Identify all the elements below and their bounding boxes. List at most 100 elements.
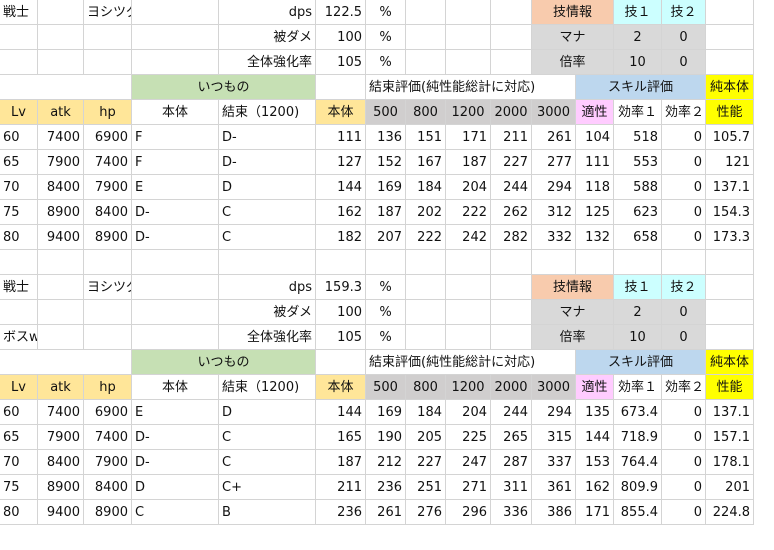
table-cell[interactable]: 173.3 xyxy=(706,225,754,250)
column-header[interactable]: 適性 xyxy=(576,100,614,125)
table-cell[interactable]: 144 xyxy=(576,425,614,450)
table-cell[interactable]: 8900 xyxy=(84,500,132,525)
info-cell[interactable] xyxy=(491,0,532,25)
table-cell[interactable]: 118 xyxy=(576,175,614,200)
table-cell[interactable]: 204 xyxy=(446,400,491,425)
table-cell[interactable]: 224.8 xyxy=(706,500,754,525)
table-cell[interactable]: 7900 xyxy=(38,425,84,450)
info-cell[interactable]: 105 xyxy=(316,50,366,75)
table-cell[interactable]: C xyxy=(219,425,316,450)
table-cell[interactable]: C+ xyxy=(219,475,316,500)
empty-cell[interactable] xyxy=(706,300,754,325)
info-cell[interactable] xyxy=(406,275,446,300)
empty-cell[interactable] xyxy=(219,250,316,275)
info-cell[interactable] xyxy=(446,300,491,325)
info-cell[interactable] xyxy=(132,0,219,25)
info-cell[interactable] xyxy=(84,50,132,75)
table-cell[interactable]: D xyxy=(219,175,316,200)
info-cell[interactable]: % xyxy=(366,50,406,75)
info-cell[interactable]: 122.5 xyxy=(316,0,366,25)
empty-cell[interactable] xyxy=(491,250,532,275)
table-cell[interactable]: 211 xyxy=(316,475,366,500)
info-cell[interactable]: 0 xyxy=(662,25,706,50)
table-cell[interactable]: 287 xyxy=(491,450,532,475)
info-cell[interactable]: % xyxy=(366,0,406,25)
empty-cell[interactable] xyxy=(576,250,614,275)
table-cell[interactable]: D- xyxy=(132,225,219,250)
table-cell[interactable]: 337 xyxy=(532,450,576,475)
table-cell[interactable]: D- xyxy=(219,125,316,150)
empty-cell[interactable] xyxy=(316,75,366,100)
table-cell[interactable]: 261 xyxy=(532,125,576,150)
table-cell[interactable]: 0 xyxy=(662,425,706,450)
table-cell[interactable]: 282 xyxy=(491,225,532,250)
info-cell[interactable]: 技１ xyxy=(614,0,662,25)
table-cell[interactable]: 0 xyxy=(662,450,706,475)
table-cell[interactable]: 0 xyxy=(662,200,706,225)
table-cell[interactable]: 190 xyxy=(366,425,406,450)
info-cell[interactable] xyxy=(406,300,446,325)
column-header[interactable]: 効率１ xyxy=(614,100,662,125)
group-header-pure-body[interactable]: 純本体 xyxy=(706,75,754,100)
table-cell[interactable]: D- xyxy=(132,450,219,475)
info-cell[interactable] xyxy=(491,25,532,50)
table-cell[interactable]: 236 xyxy=(366,475,406,500)
empty-cell[interactable] xyxy=(0,250,38,275)
column-header[interactable]: atk xyxy=(38,375,84,400)
empty-cell[interactable] xyxy=(706,325,754,350)
table-cell[interactable]: 80 xyxy=(0,500,38,525)
info-cell[interactable] xyxy=(0,25,38,50)
empty-cell[interactable] xyxy=(366,250,406,275)
info-cell[interactable]: 100 xyxy=(316,300,366,325)
table-cell[interactable]: 809.9 xyxy=(614,475,662,500)
info-cell[interactable]: 0 xyxy=(662,325,706,350)
info-cell[interactable] xyxy=(446,325,491,350)
info-cell[interactable] xyxy=(406,0,446,25)
empty-cell[interactable] xyxy=(316,250,366,275)
info-cell[interactable]: 技１ xyxy=(614,275,662,300)
info-cell[interactable]: 105 xyxy=(316,325,366,350)
column-header[interactable]: 効率１ xyxy=(614,375,662,400)
table-cell[interactable]: 169 xyxy=(366,175,406,200)
info-cell[interactable]: ヨシツグ xyxy=(84,275,132,300)
table-cell[interactable]: 162 xyxy=(576,475,614,500)
table-cell[interactable]: 236 xyxy=(316,500,366,525)
column-header[interactable]: 結束（1200) xyxy=(219,100,316,125)
info-cell[interactable]: 100 xyxy=(316,25,366,50)
info-cell[interactable] xyxy=(38,25,84,50)
table-cell[interactable]: 0 xyxy=(662,225,706,250)
empty-cell[interactable] xyxy=(38,250,84,275)
info-cell[interactable]: ヨシツグ xyxy=(84,0,132,25)
table-cell[interactable]: 623 xyxy=(614,200,662,225)
table-cell[interactable]: 171 xyxy=(446,125,491,150)
table-cell[interactable]: 65 xyxy=(0,425,38,450)
column-header[interactable]: 800 xyxy=(406,375,446,400)
table-cell[interactable]: E xyxy=(132,175,219,200)
table-cell[interactable]: 855.4 xyxy=(614,500,662,525)
table-cell[interactable]: 8900 xyxy=(38,200,84,225)
table-cell[interactable]: 205 xyxy=(406,425,446,450)
table-cell[interactable]: 8400 xyxy=(38,175,84,200)
info-cell[interactable] xyxy=(38,50,84,75)
table-cell[interactable]: 121 xyxy=(706,150,754,175)
column-header[interactable]: 500 xyxy=(366,100,406,125)
table-cell[interactable]: 9400 xyxy=(38,225,84,250)
table-cell[interactable]: 178.1 xyxy=(706,450,754,475)
table-cell[interactable]: 227 xyxy=(406,450,446,475)
table-cell[interactable]: D- xyxy=(132,200,219,225)
info-cell[interactable]: 全体強化率 xyxy=(219,50,316,75)
table-cell[interactable]: 276 xyxy=(406,500,446,525)
table-cell[interactable]: 135 xyxy=(576,400,614,425)
column-header[interactable]: 500 xyxy=(366,375,406,400)
info-cell[interactable]: 戦士 xyxy=(0,275,38,300)
group-header-pure-body[interactable]: 純本体 xyxy=(706,350,754,375)
info-cell[interactable]: 被ダメ xyxy=(219,25,316,50)
empty-cell[interactable] xyxy=(446,250,491,275)
table-cell[interactable]: 7900 xyxy=(84,175,132,200)
info-cell[interactable] xyxy=(491,50,532,75)
table-cell[interactable]: 152 xyxy=(366,150,406,175)
table-cell[interactable]: 105.7 xyxy=(706,125,754,150)
info-cell[interactable]: 159.3 xyxy=(316,275,366,300)
table-cell[interactable]: 7900 xyxy=(38,150,84,175)
table-cell[interactable]: 187 xyxy=(366,200,406,225)
